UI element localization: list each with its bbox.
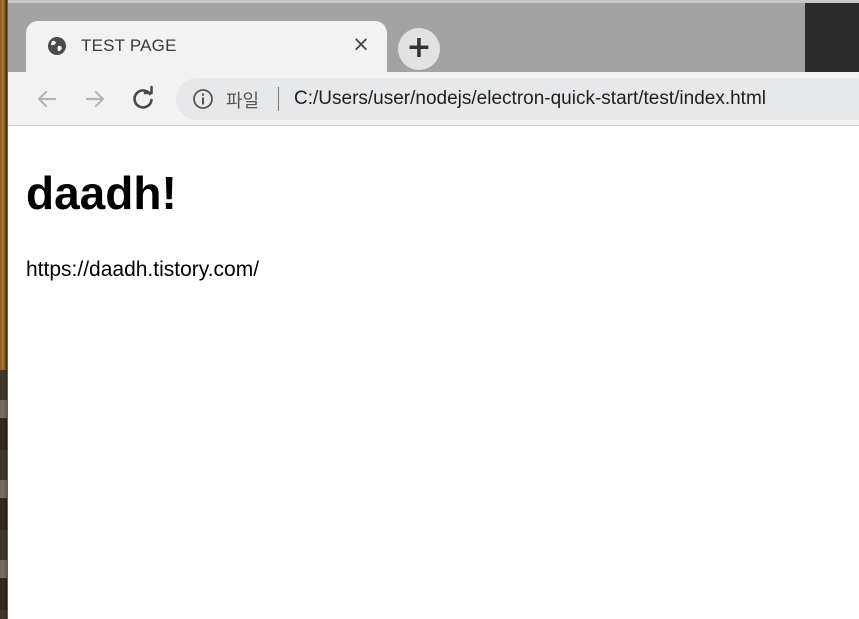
tab-test-page[interactable]: TEST PAGE × bbox=[26, 21, 387, 75]
url-text[interactable]: C:/Users/user/nodejs/electron-quick-star… bbox=[294, 88, 766, 110]
info-icon[interactable] bbox=[192, 88, 214, 110]
arrow-left-icon bbox=[37, 90, 57, 108]
page-heading: daadh! bbox=[26, 167, 177, 219]
new-tab-button[interactable]: + bbox=[398, 28, 440, 70]
tab-strip: TEST PAGE × + bbox=[8, 0, 859, 75]
page-content: daadh! https://daadh.tistory.com/ bbox=[8, 126, 859, 619]
address-bar[interactable]: 파일 C:/Users/user/nodejs/electron-quick-s… bbox=[176, 78, 859, 120]
forward-button[interactable] bbox=[80, 84, 110, 114]
browser-window: TEST PAGE × + 파일 C:/Users/user/nodejs/el… bbox=[7, 0, 859, 619]
reload-icon bbox=[133, 85, 153, 109]
arrow-right-icon bbox=[85, 90, 105, 108]
tab-close-button[interactable]: × bbox=[350, 33, 372, 55]
background-window-corner bbox=[805, 3, 859, 75]
tab-title: TEST PAGE bbox=[81, 36, 177, 55]
reload-button[interactable] bbox=[128, 84, 158, 114]
page-text: https://daadh.tistory.com/ bbox=[26, 258, 260, 281]
scheme-label: 파일 bbox=[226, 91, 260, 112]
toolbar: 파일 C:/Users/user/nodejs/electron-quick-s… bbox=[8, 72, 859, 126]
back-button[interactable] bbox=[32, 84, 62, 114]
address-separator bbox=[278, 87, 279, 111]
globe-icon bbox=[47, 36, 67, 56]
